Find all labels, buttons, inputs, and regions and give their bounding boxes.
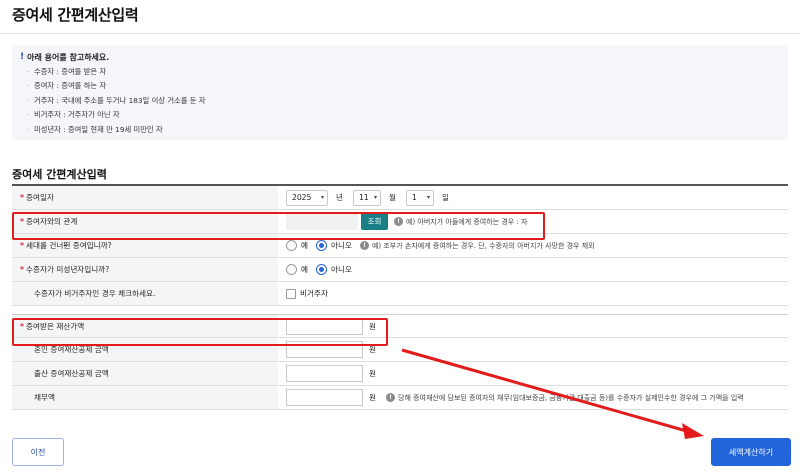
form-row-relation: * 증여자와의 관계 조회 ! 예) 아버지가 아들에게 증여하는 경우 : 자 bbox=[12, 210, 788, 234]
required-mark: * bbox=[20, 265, 24, 274]
won-unit: 원 bbox=[369, 345, 376, 354]
month-select[interactable]: 11 ▾ bbox=[353, 189, 381, 206]
exclamation-icon: ! bbox=[20, 52, 25, 62]
form-row-birth-deduction: 출산 증여재산공제 금액 원 bbox=[12, 362, 788, 386]
marriage-deduction-input[interactable] bbox=[286, 341, 363, 358]
info-icon: ! bbox=[394, 217, 403, 226]
list-item: 거주자 : 국내에 주소를 두거나 183일 이상 거소를 둔 자 bbox=[20, 94, 780, 109]
list-item: 증여자 : 증여를 하는 자 bbox=[20, 79, 780, 94]
prev-button[interactable]: 이전 bbox=[12, 438, 64, 466]
info-icon: ! bbox=[386, 393, 395, 402]
day-unit: 일 bbox=[442, 193, 449, 202]
nonresident-checkbox[interactable]: 비거주자 bbox=[286, 288, 328, 299]
gift-value-label: 증여받은 재산가액 bbox=[25, 321, 85, 331]
terms-list: 수증자 : 증여를 받은 자 증여자 : 증여를 하는 자 거주자 : 국내에 … bbox=[20, 65, 780, 137]
form-row-generation-skip: * 세대를 건너뛴 증여입니까? 예 아니오 ! 예) 조부가 손자에게 증여하… bbox=[12, 234, 788, 258]
info-icon: ! bbox=[359, 241, 369, 250]
relation-search-button[interactable]: 조회 bbox=[361, 213, 388, 230]
won-unit: 원 bbox=[369, 393, 376, 402]
year-unit: 년 bbox=[336, 193, 343, 202]
month-unit: 월 bbox=[389, 193, 396, 202]
birth-deduction-input[interactable] bbox=[286, 365, 363, 382]
title-divider bbox=[0, 33, 800, 34]
terms-notice-box: ! 아래 용어를 참고하세요. 수증자 : 증여를 받은 자 증여자 : 증여를… bbox=[12, 45, 788, 140]
nonresident-label: 수증자가 비거주자인 경우 체크하세요. bbox=[34, 289, 156, 298]
generation-skip-yes-radio[interactable]: 예 bbox=[286, 240, 308, 251]
gift-tax-form: * 증여일자 2025 ▾ 년 11 ▾ 월 1 ▾ 일 * 증여자와의 관계 조회 bbox=[12, 184, 788, 410]
minor-no-radio[interactable]: 아니오 bbox=[316, 264, 352, 275]
debt-input[interactable] bbox=[286, 389, 363, 406]
gift-date-label: 증여일자 bbox=[25, 193, 54, 202]
page-title: 증여세 간편계산입력 bbox=[12, 6, 139, 24]
debt-label: 채무액 bbox=[34, 393, 55, 402]
notice-heading-text: 아래 용어를 참고하세요. bbox=[27, 52, 110, 62]
gift-value-input[interactable] bbox=[286, 317, 363, 335]
debt-hint: ! 당해 증여재산에 담보된 증여자의 채무(임대보증금, 금융기관 대출금 등… bbox=[386, 393, 744, 403]
chevron-down-icon: ▾ bbox=[320, 194, 324, 201]
arrow-head bbox=[682, 423, 704, 439]
form-row-marriage-deduction: 혼인 증여재산공제 금액 원 bbox=[12, 338, 788, 362]
chevron-down-icon: ▾ bbox=[373, 194, 377, 201]
form-row-debt: 채무액 원 ! 당해 증여재산에 담보된 증여자의 채무(임대보증금, 금융기관… bbox=[12, 386, 788, 410]
required-mark: * bbox=[20, 217, 24, 226]
birth-deduction-label: 출산 증여재산공제 금액 bbox=[34, 369, 109, 378]
minor-yes-radio[interactable]: 예 bbox=[286, 264, 308, 275]
form-row-gift-date: * 증여일자 2025 ▾ 년 11 ▾ 월 1 ▾ 일 bbox=[12, 186, 788, 210]
form-row-nonresident: 수증자가 비거주자인 경우 체크하세요. 비거주자 bbox=[12, 282, 788, 306]
relation-hint: ! 예) 아버지가 아들에게 증여하는 경우 : 자 bbox=[394, 217, 527, 227]
day-select[interactable]: 1 ▾ bbox=[406, 189, 434, 206]
won-unit: 원 bbox=[369, 369, 376, 378]
chevron-down-icon: ▾ bbox=[426, 194, 430, 201]
form-row-minor: * 수증자가 미성년자입니까? 예 아니오 bbox=[12, 258, 788, 282]
year-select[interactable]: 2025 ▾ bbox=[286, 189, 328, 206]
required-mark: * bbox=[20, 321, 24, 331]
section-title: 증여세 간편계산입력 bbox=[12, 168, 107, 181]
required-mark: * bbox=[20, 241, 24, 250]
generation-skip-hint: ! 예) 조부가 손자에게 증여하는 경우. 단, 수증자의 아버지가 사망한 … bbox=[359, 241, 595, 251]
notice-heading: ! 아래 용어를 참고하세요. bbox=[20, 51, 780, 63]
form-row-gift-value: * 증여받은 재산가액 원 bbox=[12, 314, 788, 338]
relation-field[interactable] bbox=[286, 213, 358, 230]
won-unit: 원 bbox=[369, 321, 376, 331]
marriage-deduction-label: 혼인 증여재산공제 금액 bbox=[34, 345, 109, 354]
generation-skip-no-radio[interactable]: 아니오 bbox=[316, 240, 352, 251]
list-item: 비거주자 : 거주자가 아닌 자 bbox=[20, 108, 780, 123]
minor-label: 수증자가 미성년자입니까? bbox=[25, 265, 110, 274]
required-mark: * bbox=[20, 193, 24, 202]
calculate-tax-button[interactable]: 세액계산하기 bbox=[711, 438, 791, 466]
list-item: 수증자 : 증여를 받은 자 bbox=[20, 65, 780, 80]
list-item: 미성년자 : 증여일 현재 만 19세 미만인 자 bbox=[20, 123, 780, 138]
relation-label: 증여자와의 관계 bbox=[25, 217, 78, 226]
generation-skip-label: 세대를 건너뛴 증여입니까? bbox=[25, 241, 112, 250]
